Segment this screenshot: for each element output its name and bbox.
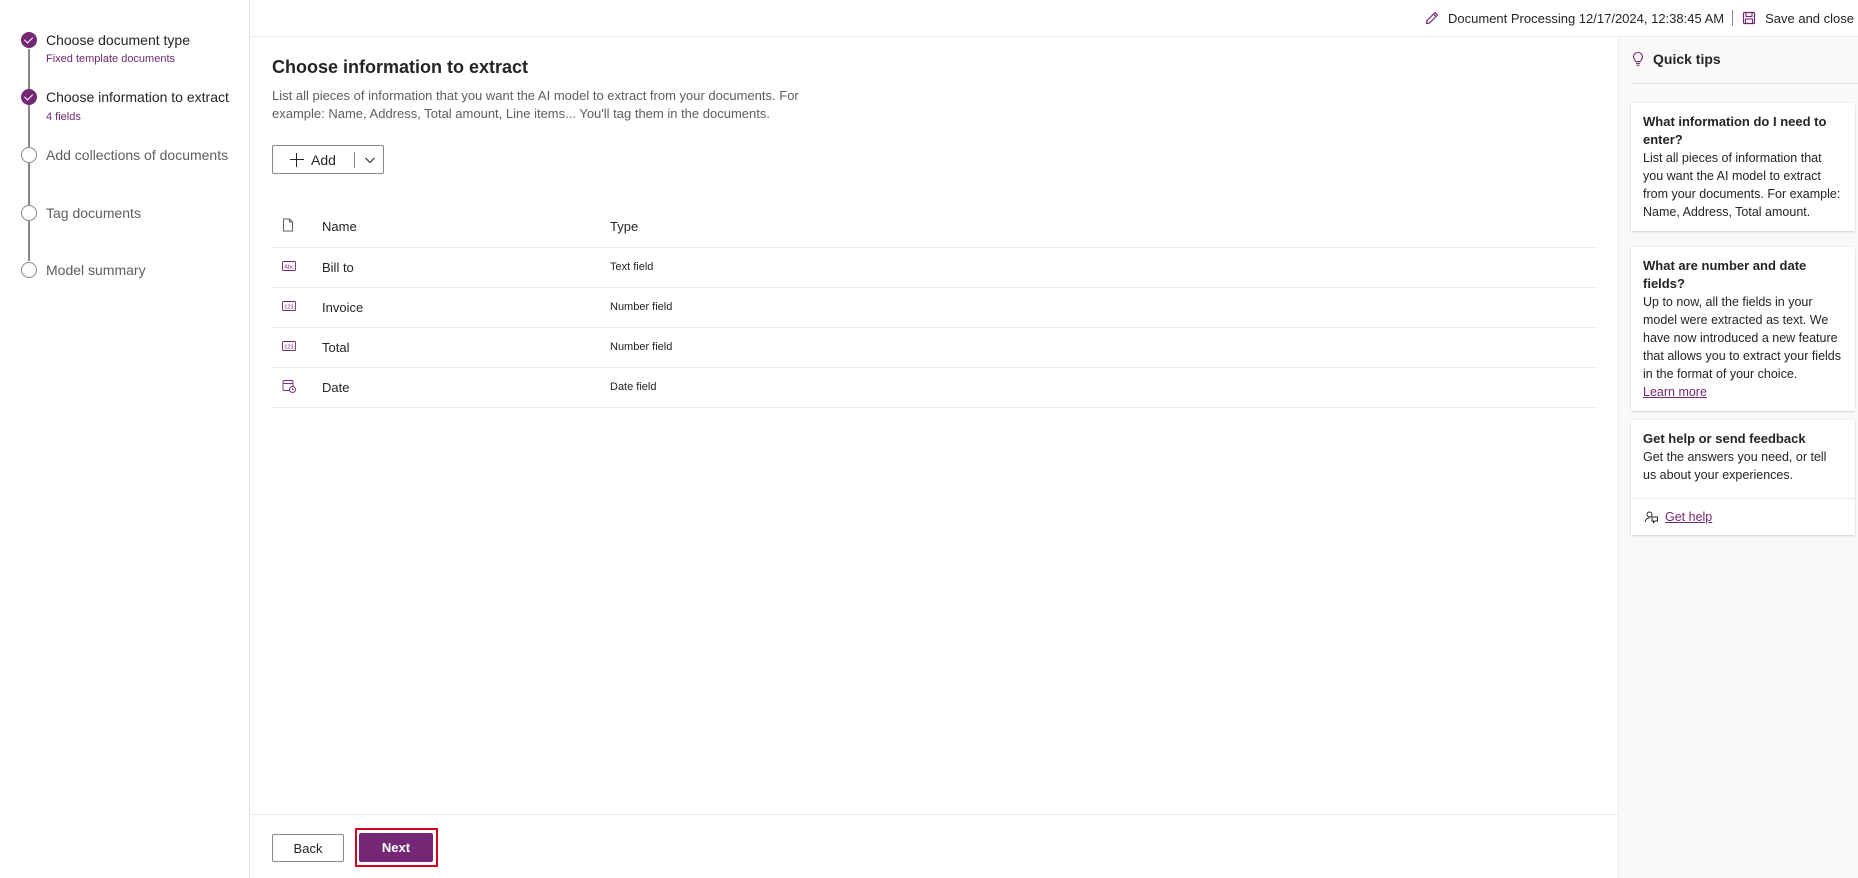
next-button[interactable]: Next (359, 833, 433, 862)
step-subtitle: 4 fields (46, 111, 81, 123)
step-pending-circle-icon (21, 147, 37, 163)
step-title: Choose information to extract (46, 89, 229, 105)
step-title: Model summary (46, 262, 146, 278)
step-connector (28, 163, 30, 205)
field-name: Total (322, 327, 610, 368)
split-divider (354, 152, 355, 168)
svg-text:123: 123 (284, 344, 293, 350)
field-type: Date field (610, 367, 1598, 408)
tip-text: List all pieces of information that you … (1643, 151, 1841, 219)
text-field-icon: Abc (272, 247, 322, 288)
number-field-icon: 123 (272, 327, 322, 368)
table-header-row: Name Type (272, 207, 1598, 248)
chevron-down-icon[interactable] (364, 153, 376, 165)
main-content: Choose information to extract List all p… (250, 37, 1618, 814)
table-row[interactable]: 123 Total Number field (272, 327, 1598, 368)
field-name: Bill to (322, 247, 610, 288)
step-title: Choose document type (46, 32, 190, 48)
step-title: Tag documents (46, 205, 141, 221)
file-type-header-icon (272, 207, 322, 248)
get-help-link[interactable]: Get help (1665, 510, 1712, 524)
step-pending-circle-icon (21, 205, 37, 221)
page-description: List all pieces of information that you … (272, 88, 799, 121)
topbar-actions: Document Processing 12/17/2024, 12:38:45… (1424, 8, 1858, 28)
tip-card-number-date: What are number and date fields? Up to n… (1631, 247, 1855, 411)
top-bar: Document Processing 12/17/2024, 12:38:45… (250, 0, 1858, 37)
step-subtitle: Fixed template documents (46, 53, 176, 65)
field-type: Number field (610, 327, 1598, 368)
tip-title: What information do I need to enter? (1643, 114, 1827, 147)
tip-card-help: Get help or send feedback Get the answer… (1631, 420, 1855, 535)
tip-title: What are number and date fields? (1643, 258, 1807, 291)
step-connector (28, 49, 30, 90)
step-pending-circle-icon (21, 262, 37, 278)
add-field-split-button[interactable]: Add (272, 145, 384, 174)
quick-tips-title: Quick tips (1653, 51, 1721, 67)
lightbulb-icon (1631, 51, 1645, 67)
get-help-row: Get help (1631, 498, 1855, 525)
field-type: Number field (610, 287, 1598, 328)
tip-text: Up to now, all the fields in your model … (1643, 295, 1842, 381)
wizard-stepper: Choose document type Fixed template docu… (0, 0, 250, 878)
fields-table: Name Type Abc Bill to Text field 123 Inv… (272, 207, 1598, 408)
learn-more-link[interactable]: Learn more (1643, 385, 1707, 399)
back-button[interactable]: Back (272, 834, 344, 862)
number-field-icon: 123 (272, 287, 322, 328)
help-chat-icon (1643, 509, 1659, 525)
model-name[interactable]: Document Processing 12/17/2024, 12:38:45… (1448, 11, 1724, 26)
tip-card-information: What information do I need to enter? Lis… (1631, 103, 1855, 231)
edit-pencil-icon[interactable] (1424, 10, 1440, 26)
step-title: Add collections of documents (46, 147, 229, 163)
table-row[interactable]: Abc Bill to Text field (272, 247, 1598, 288)
tip-text: Get the answers you need, or tell us abo… (1643, 450, 1827, 482)
svg-text:123: 123 (284, 304, 293, 310)
divider (1732, 10, 1734, 26)
save-icon[interactable] (1741, 10, 1757, 26)
table-row[interactable]: Date Date field (272, 367, 1598, 408)
save-and-close-button[interactable]: Save and close (1765, 11, 1858, 26)
field-name: Date (322, 367, 610, 408)
quick-tips-panel: Quick tips What information do I need to… (1618, 37, 1858, 878)
page-title: Choose information to extract (272, 57, 529, 77)
step-connector (28, 105, 30, 148)
divider (1631, 83, 1858, 84)
step-connector (28, 221, 30, 261)
add-button-label: Add (311, 151, 336, 168)
date-field-icon (272, 367, 322, 408)
field-type: Text field (610, 247, 1598, 288)
column-header-name[interactable]: Name (322, 207, 610, 248)
svg-text:Abc: Abc (284, 264, 294, 270)
step-complete-check-icon (21, 89, 37, 105)
step-complete-check-icon (21, 32, 37, 48)
tip-title: Get help or send feedback (1643, 431, 1806, 446)
quick-tips-header: Quick tips (1631, 51, 1721, 67)
table-row[interactable]: 123 Invoice Number field (272, 287, 1598, 328)
wizard-footer: Back Next (250, 814, 1618, 878)
plus-icon (290, 152, 304, 167)
column-header-type[interactable]: Type (610, 207, 1598, 248)
field-name: Invoice (322, 287, 610, 328)
